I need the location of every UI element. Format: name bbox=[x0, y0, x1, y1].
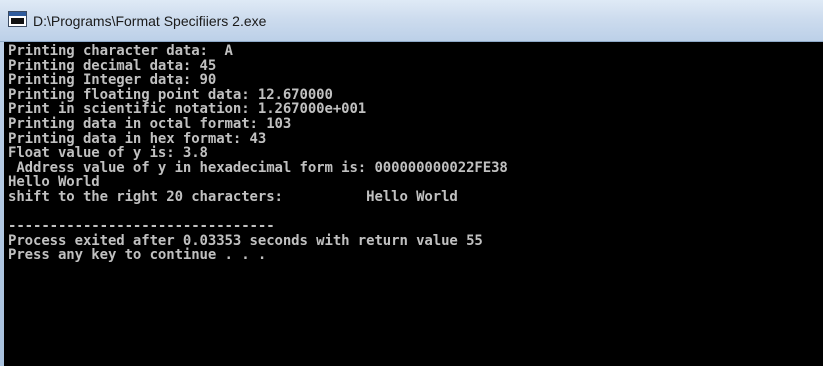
console-line: shift to the right 20 characters: Hello … bbox=[8, 188, 458, 205]
console-line: Address value of y in hexadecimal form i… bbox=[8, 159, 508, 176]
console-line: Printing character data: A bbox=[8, 44, 233, 59]
console-line: Printing decimal data: 45 bbox=[8, 57, 217, 74]
console-line: Print in scientific notation: 1.267000e+… bbox=[8, 101, 367, 118]
console-window-icon[interactable] bbox=[8, 11, 27, 27]
console-line: Printing data in hex format: 43 bbox=[8, 130, 267, 147]
console-line: Hello World bbox=[8, 174, 100, 191]
console-line: Printing Integer data: 90 bbox=[8, 72, 217, 89]
console-window: D:\Programs\Format Specifiiers 2.exe Pri… bbox=[0, 0, 823, 366]
title-bar[interactable]: D:\Programs\Format Specifiiers 2.exe bbox=[0, 0, 823, 42]
console-line: -------------------------------- bbox=[8, 218, 275, 235]
console-output[interactable]: Printing character data: A Printing deci… bbox=[4, 44, 823, 366]
console-line: Printing data in octal format: 103 bbox=[8, 115, 292, 132]
console-line: Process exited after 0.03353 seconds wit… bbox=[8, 232, 483, 249]
console-line: Press any key to continue . . . bbox=[8, 247, 267, 264]
window-title: D:\Programs\Format Specifiiers 2.exe bbox=[33, 13, 267, 29]
console-line: Printing floating point data: 12.670000 bbox=[8, 86, 333, 103]
console-line: Float value of y is: 3.8 bbox=[8, 145, 208, 162]
